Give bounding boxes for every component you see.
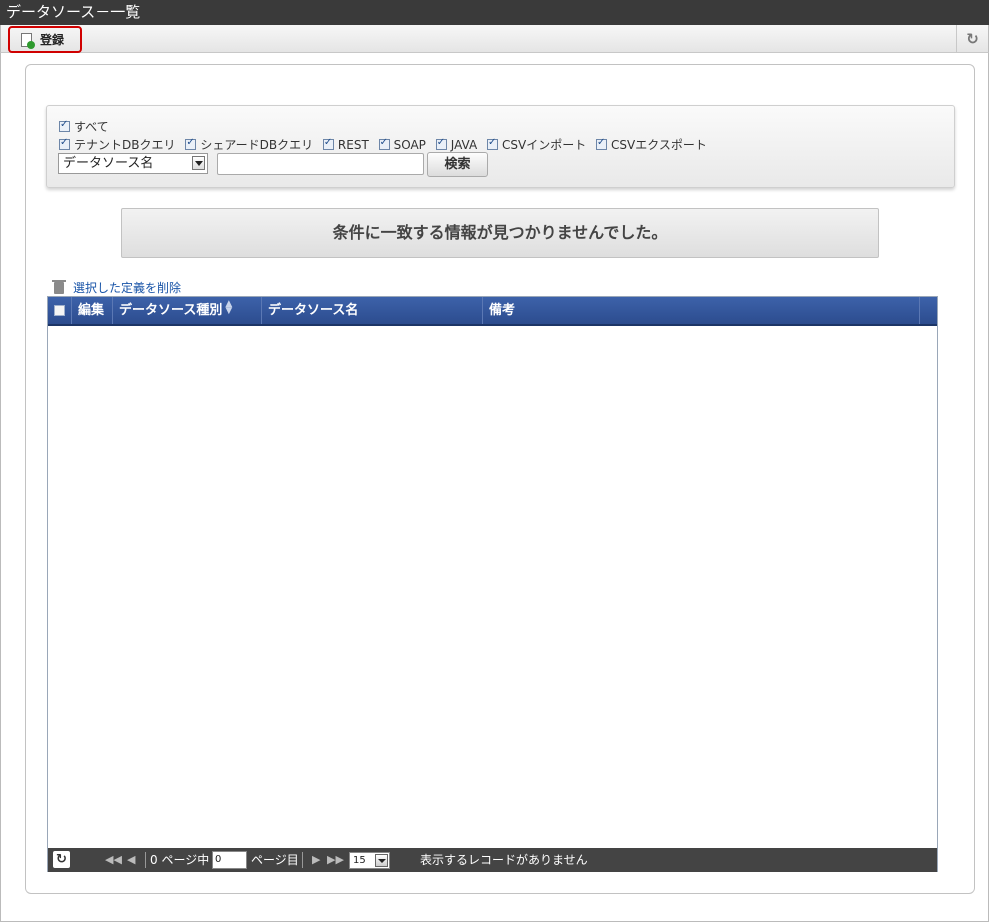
search-input[interactable] (217, 153, 424, 175)
reload-icon[interactable]: ↻ (956, 25, 988, 52)
prev-page-icon[interactable]: ◀ (127, 851, 135, 868)
filter-type-csv-import[interactable]: CSVインポート (486, 137, 586, 152)
register-button-label: 登録 (40, 33, 65, 47)
search-field-select[interactable]: データソース名 (58, 153, 208, 174)
column-header-remarks: 備考 (483, 297, 920, 324)
filter-type-csv-export[interactable]: CSVエクスポート (596, 137, 707, 152)
select-all-checkbox-cell[interactable] (48, 297, 72, 324)
page-size-value: 15 (353, 855, 366, 866)
filter-type-java[interactable]: JAVA (435, 137, 477, 152)
checkbox-checked-icon (322, 137, 334, 150)
delete-selected-link[interactable]: 選択した定義を削除 (52, 279, 182, 296)
page-number-input[interactable]: 0 (212, 851, 247, 869)
checkbox-checked-icon (59, 119, 70, 132)
checkbox-checked-icon (435, 137, 447, 150)
register-button[interactable]: 登録 (8, 26, 82, 53)
pager-separator (302, 852, 303, 868)
filter-type-soap[interactable]: SOAP (378, 137, 426, 152)
checkbox-checked-icon (486, 137, 498, 150)
search-panel: すべて テナントDBクエリ シェアードDBクエリ REST SOAP JAVA … (46, 105, 955, 188)
column-header-edit: 編集 (72, 297, 113, 324)
sort-icon[interactable]: ▲ ▼ (225, 300, 232, 316)
refresh-icon[interactable]: ↻ (53, 851, 70, 868)
chevron-down-icon[interactable] (192, 156, 205, 170)
trash-icon (52, 279, 66, 294)
filter-type-shared-db[interactable]: シェアードDBクエリ (185, 137, 313, 152)
filter-type-tenant-db[interactable]: テナントDBクエリ (59, 137, 175, 152)
window-title: データソース－一覧 (0, 0, 989, 25)
page-size-select[interactable]: 15 (349, 852, 390, 869)
filter-all-label: すべて (74, 120, 109, 134)
column-header-type[interactable]: データソース種別 ▲ ▼ (113, 297, 262, 324)
checkbox-checked-icon (185, 137, 197, 150)
next-page-icon[interactable]: ▶ (312, 851, 320, 868)
filter-type-checkboxes: テナントDBクエリ シェアードDBクエリ REST SOAP JAVA CSVイ… (59, 136, 713, 153)
new-document-icon (21, 32, 35, 49)
data-grid: 編集 データソース種別 ▲ ▼ データソース名 備考 ↻ ◀◀ ◀ 0 ページ中 0… (47, 296, 938, 872)
filter-type-rest[interactable]: REST (322, 137, 369, 152)
delete-selected-label: 選択した定義を削除 (73, 281, 182, 295)
last-page-icon[interactable]: ▶▶ (327, 851, 344, 868)
pager: ↻ ◀◀ ◀ 0 ページ中 0 ページ目 ▶ ▶▶ 15 表示するレコードがあり… (48, 848, 937, 872)
toolbar: 登録 ↻ (0, 25, 989, 53)
filter-all-checkbox[interactable]: すべて (59, 118, 109, 135)
select-all-checkbox[interactable] (54, 305, 65, 316)
pager-separator (145, 852, 146, 868)
column-header-name: データソース名 (262, 297, 483, 324)
pager-status: 表示するレコードがありません (420, 853, 588, 867)
search-field-select-value: データソース名 (63, 156, 154, 171)
column-header-filler (920, 297, 937, 324)
checkbox-checked-icon (378, 137, 390, 150)
no-results-message: 条件に一致する情報が見つかりませんでした。 (121, 208, 879, 258)
first-page-icon[interactable]: ◀◀ (105, 851, 122, 868)
grid-header: 編集 データソース種別 ▲ ▼ データソース名 備考 (48, 297, 937, 326)
search-button[interactable]: 検索 (427, 152, 488, 177)
chevron-down-icon[interactable] (375, 854, 388, 867)
total-pages-text: 0 ページ中 (150, 853, 210, 867)
checkbox-checked-icon (59, 137, 70, 150)
page-suffix-text: ページ目 (251, 853, 299, 867)
checkbox-checked-icon (596, 137, 608, 150)
